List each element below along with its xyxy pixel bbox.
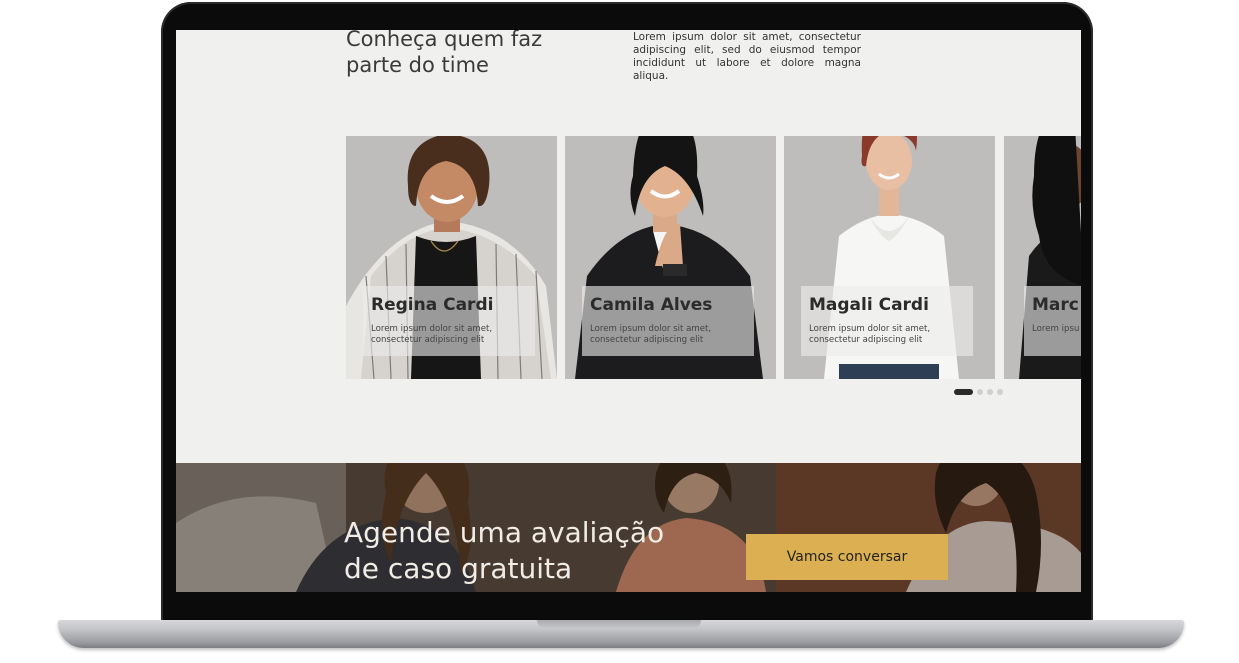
team-card[interactable]: Marc Lorem ipsu consectetur [1004,136,1081,379]
carousel-dot[interactable] [997,389,1003,395]
member-description: Lorem ipsum dolor sit amet, consectetur … [371,324,493,345]
member-description: Lorem ipsum dolor sit amet, consectetur … [590,324,712,345]
schedule-button[interactable]: Vamos conversar [746,534,948,580]
member-description: Lorem ipsu consectetur [1032,324,1081,334]
cta-title: Agende uma avaliação de caso gratuita [344,515,684,587]
laptop-screen: Conheça quem faz parte do time Lorem ips… [176,30,1081,592]
cta-title-line2: de caso gratuita [344,552,573,585]
member-name: Magali Cardi [809,295,929,315]
team-section: Conheça quem faz parte do time Lorem ips… [176,30,1081,463]
team-title-line1: Conheça quem faz [346,30,543,51]
member-label: Magali Cardi Lorem ipsum dolor sit amet,… [801,286,973,356]
cta-section: Agende uma avaliação de caso gratuita Va… [176,463,1081,592]
team-title-line2: parte do time [346,53,489,77]
member-name: Camila Alves [590,295,713,315]
laptop-notch [537,620,701,629]
member-label: Camila Alves Lorem ipsum dolor sit amet,… [582,286,754,356]
team-card[interactable]: Magali Cardi Lorem ipsum dolor sit amet,… [784,136,995,379]
team-title: Conheça quem faz parte do time [346,30,576,78]
member-label: Marc Lorem ipsu consectetur [1024,286,1081,356]
member-name: Regina Cardi [371,295,494,315]
carousel-dot[interactable] [987,389,993,395]
team-description: Lorem ipsum dolor sit amet, consectetur … [633,31,861,82]
carousel-dot[interactable] [977,389,983,395]
cta-title-line1: Agende uma avaliação [344,516,665,549]
member-description: Lorem ipsum dolor sit amet, consectetur … [809,324,931,345]
team-card[interactable]: Camila Alves Lorem ipsum dolor sit amet,… [565,136,776,379]
carousel-dot-active[interactable] [954,389,973,395]
team-card[interactable]: Regina Cardi Lorem ipsum dolor sit amet,… [346,136,557,379]
member-name: Marc [1032,295,1079,315]
member-label: Regina Cardi Lorem ipsum dolor sit amet,… [363,286,535,356]
